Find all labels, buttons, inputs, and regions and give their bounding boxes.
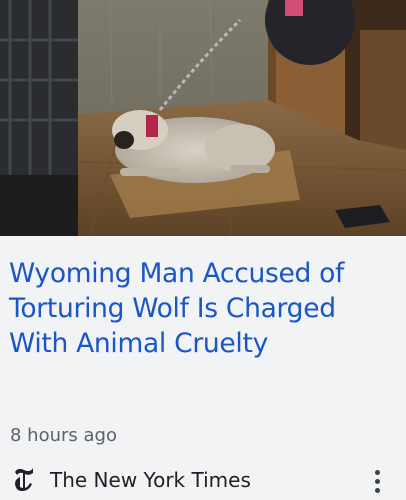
nyt-logo-icon bbox=[12, 465, 36, 493]
nyt-t-glyph bbox=[15, 468, 33, 491]
more-vert-icon-dot bbox=[375, 479, 380, 484]
more-vert-icon-dot bbox=[375, 488, 380, 493]
source-name[interactable]: The New York Times bbox=[50, 468, 251, 492]
article-thumbnail[interactable] bbox=[0, 0, 406, 236]
more-vert-icon bbox=[375, 470, 380, 475]
wolf-photo-image bbox=[0, 0, 406, 236]
article-headline-link[interactable]: Wyoming Man Accused of Torturing Wolf Is… bbox=[9, 256, 389, 361]
news-card[interactable]: Wyoming Man Accused of Torturing Wolf Is… bbox=[0, 0, 406, 500]
source-row: The New York Times bbox=[0, 462, 406, 500]
published-timestamp: 8 hours ago bbox=[10, 425, 117, 446]
more-options-button[interactable] bbox=[364, 466, 392, 496]
